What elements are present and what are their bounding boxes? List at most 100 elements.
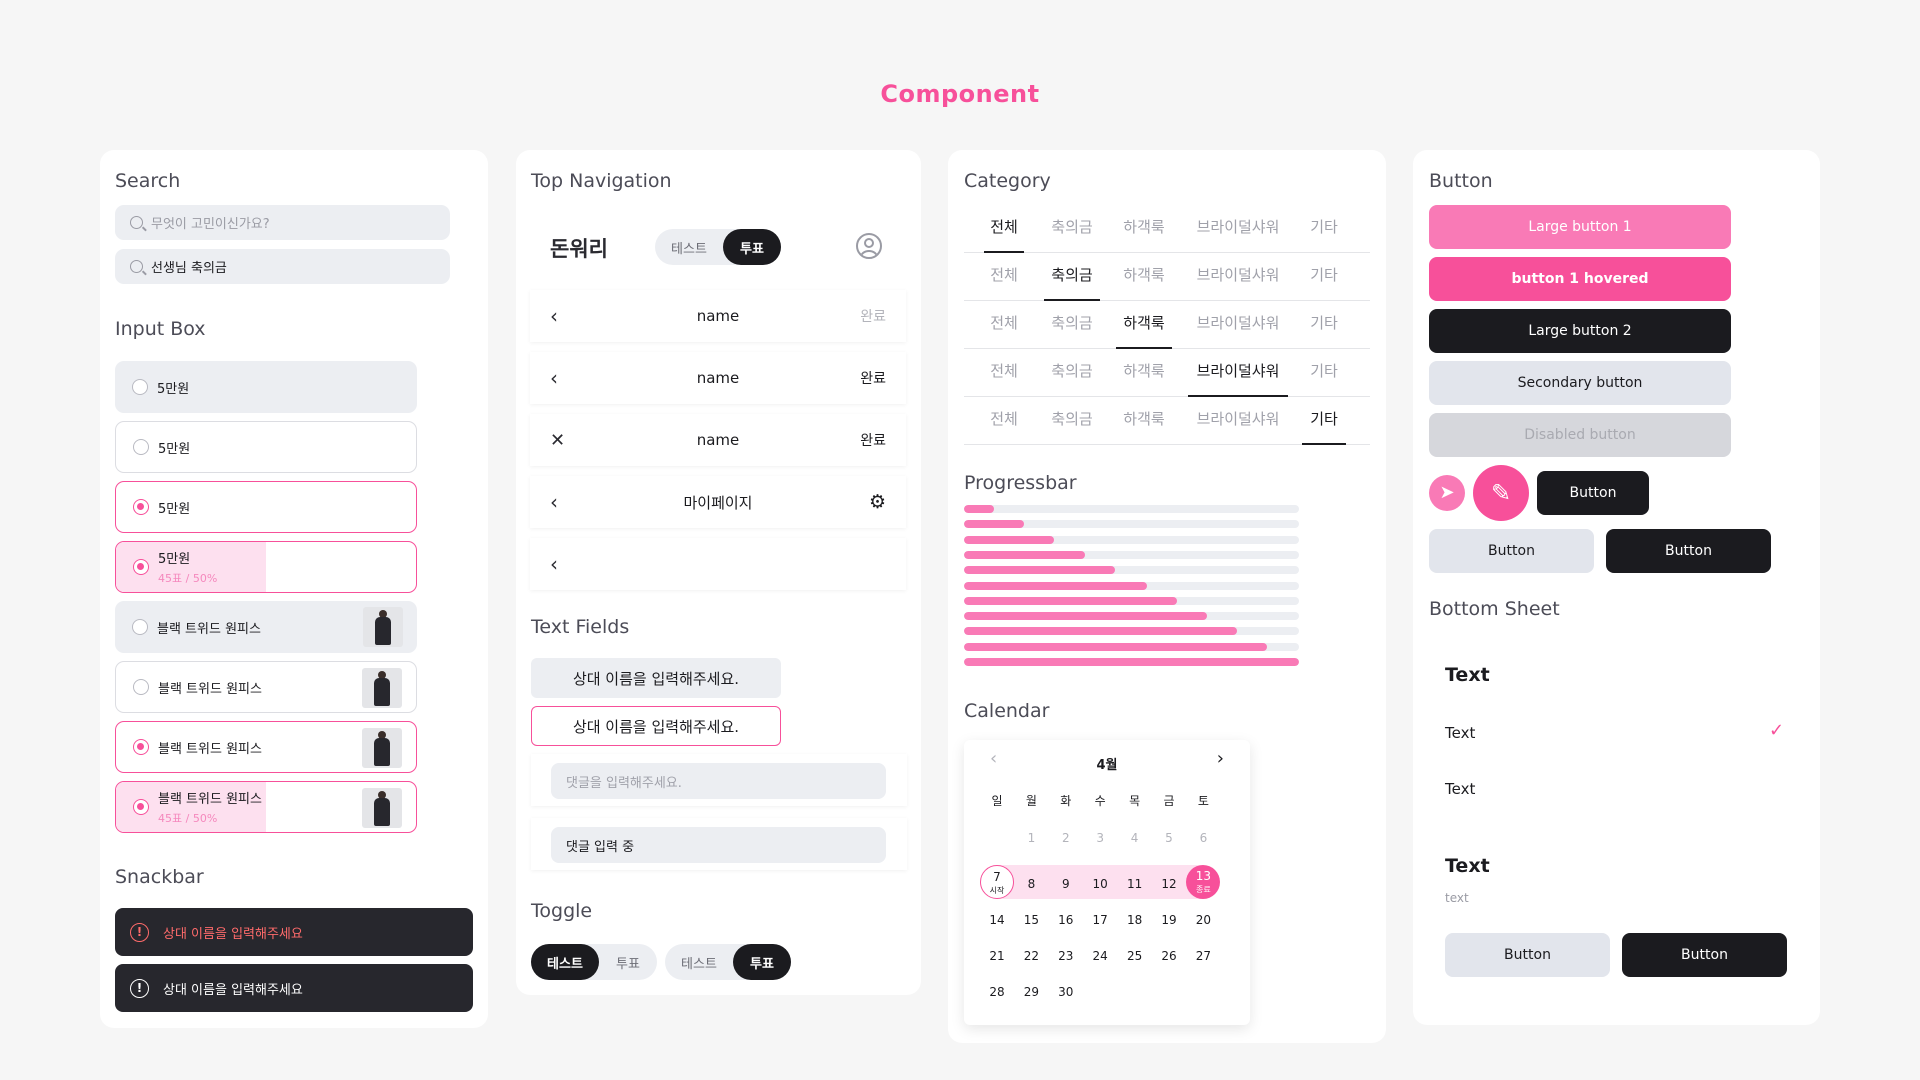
category-tab[interactable]: 전체 (984, 205, 1024, 253)
toggle-option-vote[interactable]: 투표 (733, 944, 791, 980)
category-tab[interactable]: 축의금 (1044, 397, 1100, 445)
search-input-filled[interactable]: 선생님 축의금 (115, 249, 450, 284)
user-icon[interactable] (856, 233, 882, 259)
option-item[interactable]: 블랙 트위드 원피스 (115, 601, 417, 653)
tab-test[interactable]: 테스트 (655, 229, 723, 265)
search-input[interactable]: 무엇이 고민이신가요? (115, 205, 450, 240)
option-item-selected[interactable]: 5만원 (115, 481, 417, 533)
tab-vote[interactable]: 투표 (723, 229, 781, 265)
calendar-day[interactable]: 22 (1014, 949, 1048, 963)
calendar-day[interactable]: 16 (1049, 913, 1083, 927)
calendar-day[interactable]: 2 (1049, 831, 1083, 845)
done-button[interactable]: 완료 (860, 368, 886, 388)
calendar-day[interactable]: 18 (1118, 913, 1152, 927)
done-button-disabled[interactable]: 완료 (860, 306, 886, 326)
send-icon[interactable]: ➤ (1429, 475, 1465, 511)
category-tab[interactable]: 축의금 (1044, 205, 1100, 253)
category-tab[interactable]: 기타 (1302, 397, 1346, 445)
category-tab[interactable]: 브라이덜샤워 (1188, 205, 1288, 253)
category-tab[interactable]: 브라이덜샤워 (1188, 397, 1288, 445)
calendar-day[interactable]: 30 (1049, 985, 1083, 999)
calendar-day[interactable]: 27 (1186, 949, 1220, 963)
calendar-day[interactable]: 26 (1152, 949, 1186, 963)
gear-icon[interactable]: ⚙ (869, 491, 886, 513)
sheet-button-dark[interactable]: Button (1622, 933, 1787, 977)
category-tab[interactable]: 하객룩 (1116, 397, 1172, 445)
category-tab[interactable]: 전체 (984, 349, 1024, 397)
category-tab[interactable]: 축의금 (1044, 301, 1100, 349)
calendar-day[interactable]: 6 (1186, 831, 1220, 845)
category-tab[interactable]: 하객룩 (1116, 301, 1172, 349)
calendar-day[interactable]: 19 (1152, 913, 1186, 927)
secondary-button[interactable]: Secondary button (1429, 361, 1731, 405)
calendar-day[interactable]: 9 (1049, 877, 1083, 891)
category-tab[interactable]: 기타 (1302, 253, 1346, 301)
name-field[interactable]: 상대 이름을 입력해주세요. (531, 658, 781, 698)
calendar-day[interactable]: 15 (1014, 913, 1048, 927)
comment-input[interactable]: 댓글을 입력해주세요. (551, 763, 886, 799)
option-item-result[interactable]: 5만원 45표 / 50% (115, 541, 417, 593)
sheet-item[interactable]: Text (1445, 724, 1475, 742)
option-item[interactable]: 블랙 트위드 원피스 (115, 661, 417, 713)
option-item[interactable]: 5만원 (115, 421, 417, 473)
edit-icon[interactable]: ✎ (1473, 465, 1529, 521)
calendar-day[interactable]: 12 (1152, 877, 1186, 891)
sheet-item[interactable]: Text (1445, 780, 1475, 798)
calendar-range-end[interactable]: 13 종료 (1186, 865, 1221, 899)
small-button[interactable]: Button (1537, 471, 1649, 515)
option-item-result[interactable]: 블랙 트위드 원피스 45표 / 50% (115, 781, 417, 833)
chevron-left-icon[interactable]: ‹ (550, 552, 558, 576)
option-item-selected[interactable]: 블랙 트위드 원피스 (115, 721, 417, 773)
toggle-option-vote[interactable]: 투표 (599, 944, 657, 980)
calendar-day[interactable]: 24 (1083, 949, 1117, 963)
category-tab[interactable]: 기타 (1302, 301, 1346, 349)
calendar-day[interactable]: 5 (1152, 831, 1186, 845)
progress-fill (964, 535, 1055, 544)
comment-input-filled[interactable]: 댓글 입력 중 (551, 827, 886, 863)
large-button-1-hovered[interactable]: button 1 hovered (1429, 257, 1731, 301)
calendar-day[interactable]: 21 (980, 949, 1014, 963)
category-tab[interactable]: 기타 (1302, 205, 1346, 253)
done-button[interactable]: 완료 (860, 430, 886, 450)
category-tab[interactable]: 축의금 (1044, 253, 1100, 301)
pair-button-light[interactable]: Button (1429, 529, 1594, 573)
calendar-day[interactable]: 17 (1083, 913, 1117, 927)
calendar-day[interactable]: 20 (1186, 913, 1220, 927)
name-field-focused[interactable]: 상대 이름을 입력해주세요. (531, 706, 781, 746)
category-tab[interactable]: 축의금 (1044, 349, 1100, 397)
pair-button-dark[interactable]: Button (1606, 529, 1771, 573)
calendar-day[interactable]: 11 (1118, 877, 1152, 891)
calendar-day[interactable]: 8 (1014, 877, 1048, 891)
category-tab[interactable]: 하객룩 (1116, 253, 1172, 301)
toggle-group: 테스트 투표 (665, 944, 791, 980)
large-button-2[interactable]: Large button 2 (1429, 309, 1731, 353)
chevron-right-icon[interactable]: › (1217, 748, 1224, 769)
option-label: 블랙 트위드 원피스 (157, 621, 261, 637)
calendar-day[interactable]: 28 (980, 985, 1014, 999)
calendar-day[interactable]: 14 (980, 913, 1014, 927)
toggle-option-test[interactable]: 테스트 (665, 944, 733, 980)
category-tab[interactable]: 하객룩 (1116, 205, 1172, 253)
sheet-heading: Text (1445, 855, 1490, 877)
calendar-day[interactable]: 29 (1014, 985, 1048, 999)
category-tab[interactable]: 브라이덜샤워 (1188, 349, 1288, 397)
category-tab[interactable]: 하객룩 (1116, 349, 1172, 397)
calendar-day[interactable]: 23 (1049, 949, 1083, 963)
category-tab[interactable]: 브라이덜샤워 (1188, 253, 1288, 301)
category-tab[interactable]: 전체 (984, 301, 1024, 349)
category-tab[interactable]: 기타 (1302, 349, 1346, 397)
category-tab[interactable]: 브라이덜샤워 (1188, 301, 1288, 349)
calendar-day[interactable]: 10 (1083, 877, 1117, 891)
calendar-day[interactable]: 3 (1083, 831, 1117, 845)
sheet-button-light[interactable]: Button (1445, 933, 1610, 977)
category-tab[interactable]: 전체 (984, 397, 1024, 445)
large-button-1[interactable]: Large button 1 (1429, 205, 1731, 249)
option-item[interactable]: 5만원 (115, 361, 417, 413)
option-label: 블랙 트위드 원피스 (158, 792, 262, 807)
category-tab[interactable]: 전체 (984, 253, 1024, 301)
calendar-range-start[interactable]: 7 시작 (980, 865, 1014, 899)
toggle-option-test[interactable]: 테스트 (531, 944, 599, 980)
calendar-day[interactable]: 25 (1118, 949, 1152, 963)
calendar-day[interactable]: 4 (1118, 831, 1152, 845)
calendar-day[interactable]: 1 (1014, 831, 1048, 845)
